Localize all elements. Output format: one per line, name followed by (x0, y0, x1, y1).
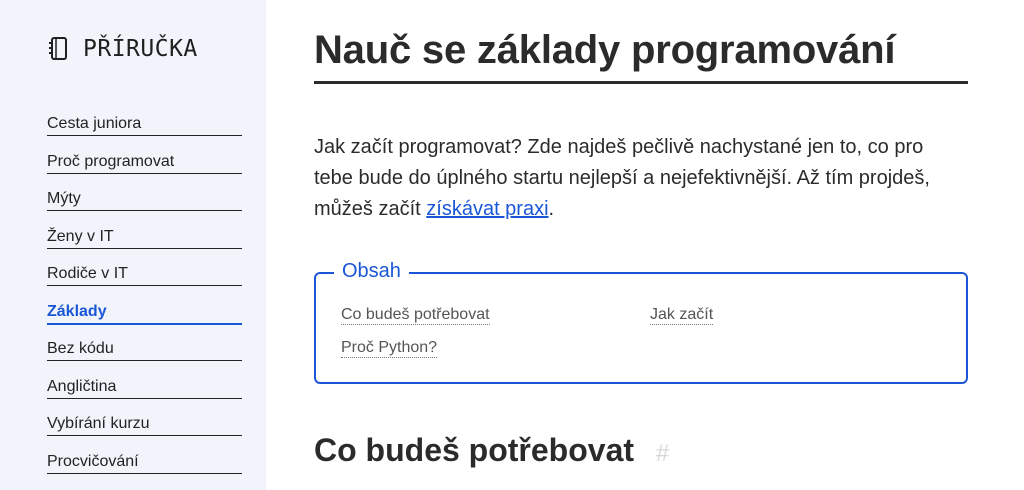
sidebar: PŘÍRUČKA Cesta juniora Proč programovat … (0, 0, 266, 490)
sidebar-item-label: Ženy v IT (47, 228, 242, 249)
sidebar-nav: Cesta juniora Proč programovat Mýty Ženy… (47, 112, 242, 487)
notebook-icon (47, 36, 69, 62)
sidebar-item-label: Bez kódu (47, 340, 242, 361)
sidebar-item-zeny-v-it[interactable]: Ženy v IT (47, 225, 242, 263)
lead-text: Jak začít programovat? Zde najdeš pečliv… (314, 136, 930, 220)
sidebar-item-cesta-juniora[interactable]: Cesta juniora (47, 112, 242, 150)
page-title: Nauč se základy programování (314, 28, 968, 84)
sidebar-item-anglictina[interactable]: Angličtina (47, 375, 242, 413)
sidebar-item-label: Angličtina (47, 378, 242, 399)
section-heading-text: Co budeš potřebovat (314, 432, 635, 468)
ziskavat-praxi-link[interactable]: získávat praxi (426, 198, 548, 220)
sidebar-item-vybirani-kurzu[interactable]: Vybírání kurzu (47, 412, 242, 450)
sidebar-item-rodice-v-it[interactable]: Rodiče v IT (47, 262, 242, 300)
section-heading: Co budeš potřebovat # (314, 432, 669, 469)
lead-end: . (548, 198, 555, 220)
heading-anchor-link[interactable]: # (656, 440, 669, 467)
sidebar-item-label: Mýty (47, 190, 242, 211)
brand[interactable]: PŘÍRUČKA (47, 36, 198, 62)
sidebar-item-bez-kodu[interactable]: Bez kódu (47, 337, 242, 375)
sidebar-item-label: Základy (47, 303, 242, 325)
lead-paragraph: Jak začít programovat? Zde najdeš pečliv… (314, 132, 954, 225)
sidebar-item-label: Vybírání kurzu (47, 415, 242, 436)
sidebar-item-zaklady[interactable]: Základy (47, 300, 242, 338)
toc-link-jak-zacit[interactable]: Jak začít (650, 306, 714, 325)
brand-title: PŘÍRUČKA (83, 36, 198, 62)
sidebar-item-label: Cesta juniora (47, 115, 242, 136)
toc-link-co-budes-potrebovat[interactable]: Co budeš potřebovat (341, 306, 490, 325)
sidebar-item-proc-programovat[interactable]: Proč programovat (47, 150, 242, 188)
sidebar-item-label: Procvičování (47, 453, 242, 474)
sidebar-item-label: Proč programovat (47, 153, 242, 174)
toc-link-proc-python[interactable]: Proč Python? (341, 339, 438, 358)
sidebar-item-procvicovani[interactable]: Procvičování (47, 450, 242, 488)
table-of-contents: Obsah Co budeš potřebovat Jak začít Proč… (314, 260, 968, 384)
toc-legend: Obsah (334, 260, 409, 283)
sidebar-item-label: Rodiče v IT (47, 265, 242, 286)
sidebar-item-myty[interactable]: Mýty (47, 187, 242, 225)
